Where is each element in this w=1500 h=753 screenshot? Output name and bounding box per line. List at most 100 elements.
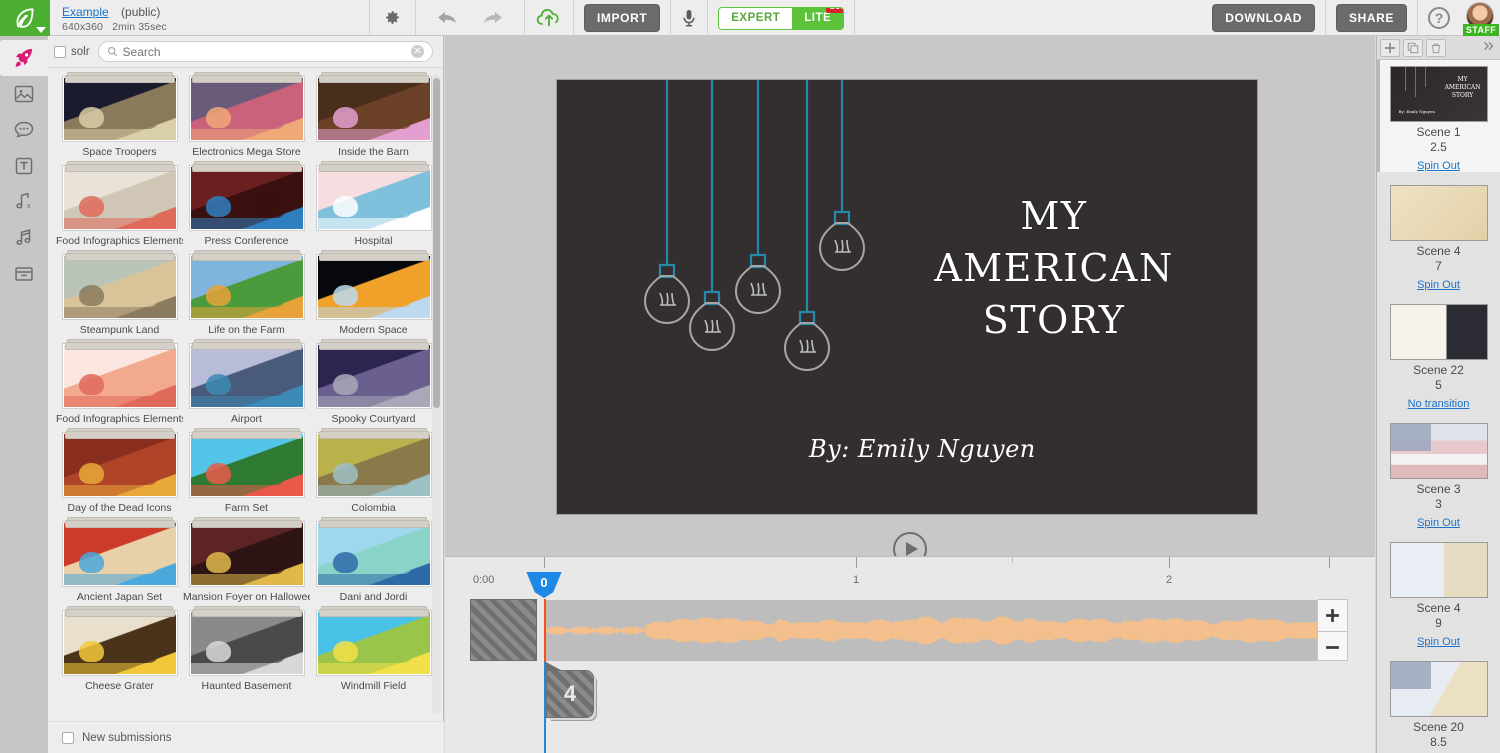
sidebar-item-scenes[interactable] [0, 40, 48, 76]
asset-thumbnail[interactable] [189, 77, 304, 141]
asset-thumbnail[interactable] [316, 77, 431, 141]
solr-checkbox[interactable] [54, 45, 66, 58]
new-submissions-checkbox[interactable] [62, 731, 74, 744]
asset-thumbnail[interactable] [316, 433, 431, 497]
asset-thumbnail[interactable] [316, 344, 431, 408]
project-name-link[interactable]: Example [62, 5, 109, 19]
scene-transition-link[interactable]: Spin Out [1377, 517, 1500, 529]
project-settings-button[interactable] [370, 0, 416, 35]
clear-icon[interactable]: ✕ [411, 45, 424, 58]
asset-item[interactable]: Mansion Foyer on Halloween [183, 517, 310, 603]
audio-track[interactable] [545, 600, 1318, 661]
asset-thumbnail[interactable] [62, 77, 177, 141]
asset-item[interactable]: Electronics Mega Store [183, 72, 310, 158]
share-button[interactable]: SHARE [1335, 4, 1407, 32]
redo-button[interactable] [470, 8, 514, 28]
asset-item[interactable]: Life on the Farm [183, 250, 310, 336]
duplicate-scene-button[interactable] [1403, 38, 1423, 57]
asset-thumbnail[interactable] [189, 166, 304, 230]
asset-item[interactable]: Food Infographics Elements 2 [56, 161, 183, 247]
timeline-ruler[interactable]: 0:00 1 2 [445, 557, 1375, 594]
asset-item[interactable]: Inside the Barn [310, 72, 437, 158]
asset-thumbnail[interactable] [189, 255, 304, 319]
sidebar-item-images[interactable] [2, 76, 46, 112]
scene-item[interactable]: Scene 4 9 Spin Out [1377, 536, 1500, 648]
asset-thumbnail[interactable] [189, 611, 304, 675]
expand-panel-button[interactable] [1482, 39, 1496, 57]
asset-thumbnail[interactable] [316, 522, 431, 586]
scene-thumbnail[interactable]: MY AMERICAN STORY By: Emily Nguyen [1389, 66, 1488, 122]
asset-item[interactable]: Cheese Grater [56, 606, 183, 692]
asset-thumbnail[interactable] [316, 611, 431, 675]
asset-item[interactable]: Dani and Jordi [310, 517, 437, 603]
app-logo[interactable] [0, 0, 50, 36]
slide-canvas[interactable]: MY AMERICAN STORY By: Emily Nguyen [557, 80, 1257, 514]
import-button[interactable]: IMPORT [584, 4, 661, 32]
delete-scene-button[interactable] [1426, 38, 1446, 57]
sidebar-item-music[interactable] [2, 220, 46, 256]
add-scene-button[interactable] [1380, 38, 1400, 57]
logo-dropdown-caret[interactable] [36, 27, 46, 33]
asset-item[interactable]: Hospital [310, 161, 437, 247]
scene-transition-link[interactable]: Spin Out [1377, 636, 1500, 648]
scene-transition-link[interactable]: Spin Out [1377, 279, 1500, 291]
sidebar-item-text[interactable] [2, 148, 46, 184]
undo-button[interactable] [426, 8, 470, 28]
asset-item[interactable]: Windmill Field [310, 606, 437, 692]
asset-item[interactable]: Press Conference [183, 161, 310, 247]
asset-thumbnail[interactable] [62, 166, 177, 230]
mode-toggle[interactable]: EXPERT LITE beta [718, 6, 845, 30]
zoom-in-button[interactable] [1318, 600, 1347, 631]
user-menu[interactable]: STAFF [1460, 0, 1500, 36]
mode-expert-option[interactable]: EXPERT [719, 7, 793, 29]
asset-item[interactable]: Space Troopers [56, 72, 183, 158]
asset-thumbnail[interactable] [62, 522, 177, 586]
asset-item[interactable]: Modern Space [310, 250, 437, 336]
asset-item[interactable]: Food Infographics Elements 1 [56, 339, 183, 425]
scene-item[interactable]: Scene 208.5No transition [1377, 655, 1500, 753]
timeline-leading-block[interactable] [470, 599, 537, 661]
timeline-scene-chip[interactable]: 4 [546, 670, 594, 718]
scene-item[interactable]: Scene 22 5 No transition [1377, 298, 1500, 410]
zoom-out-button[interactable] [1318, 631, 1347, 662]
help-button[interactable]: ? [1428, 7, 1450, 29]
search-box[interactable]: ✕ [97, 41, 433, 62]
record-voice-button[interactable] [681, 8, 697, 28]
asset-thumbnail[interactable] [189, 433, 304, 497]
asset-item[interactable]: Colombia [310, 428, 437, 514]
scene-item[interactable]: MY AMERICAN STORY By: Emily Nguyen Scene 1 2.… [1377, 60, 1500, 172]
asset-thumbnail[interactable] [62, 255, 177, 319]
scene-thumbnail[interactable] [1389, 661, 1488, 717]
search-input[interactable] [122, 44, 411, 59]
sidebar-item-sound-effects[interactable]: x [2, 184, 46, 220]
asset-thumbnail[interactable] [189, 522, 304, 586]
scene-thumbnail[interactable] [1389, 542, 1488, 598]
sidebar-item-archive[interactable] [2, 256, 46, 292]
scene-transition-link[interactable]: Spin Out [1377, 160, 1500, 172]
asset-thumbnail[interactable] [189, 344, 304, 408]
scene-thumbnail[interactable] [1389, 423, 1488, 479]
scene-transition-link[interactable]: No transition [1377, 398, 1500, 410]
asset-thumbnail[interactable] [62, 433, 177, 497]
asset-scrollbar[interactable] [432, 74, 441, 714]
asset-thumbnail[interactable] [316, 166, 431, 230]
download-button[interactable]: DOWNLOAD [1212, 4, 1315, 32]
scene-item[interactable]: Scene 4 7 Spin Out [1377, 179, 1500, 291]
asset-item[interactable]: Steampunk Land [56, 250, 183, 336]
scene-thumbnail[interactable] [1389, 304, 1488, 360]
asset-item[interactable]: Spooky Courtyard [310, 339, 437, 425]
asset-label: Ancient Japan Set [76, 591, 163, 603]
publish-button[interactable] [535, 6, 563, 30]
sidebar-item-speech[interactable] [2, 112, 46, 148]
asset-item[interactable]: Day of the Dead Icons [56, 428, 183, 514]
scene-thumbnail[interactable] [1389, 185, 1488, 241]
asset-scrollbar-thumb[interactable] [433, 78, 440, 408]
asset-thumbnail[interactable] [62, 344, 177, 408]
asset-thumbnail[interactable] [316, 255, 431, 319]
asset-item[interactable]: Haunted Basement [183, 606, 310, 692]
scene-item[interactable]: Scene 3 3 Spin Out [1377, 417, 1500, 529]
asset-item[interactable]: Airport [183, 339, 310, 425]
asset-item[interactable]: Ancient Japan Set [56, 517, 183, 603]
asset-item[interactable]: Farm Set [183, 428, 310, 514]
asset-thumbnail[interactable] [62, 611, 177, 675]
